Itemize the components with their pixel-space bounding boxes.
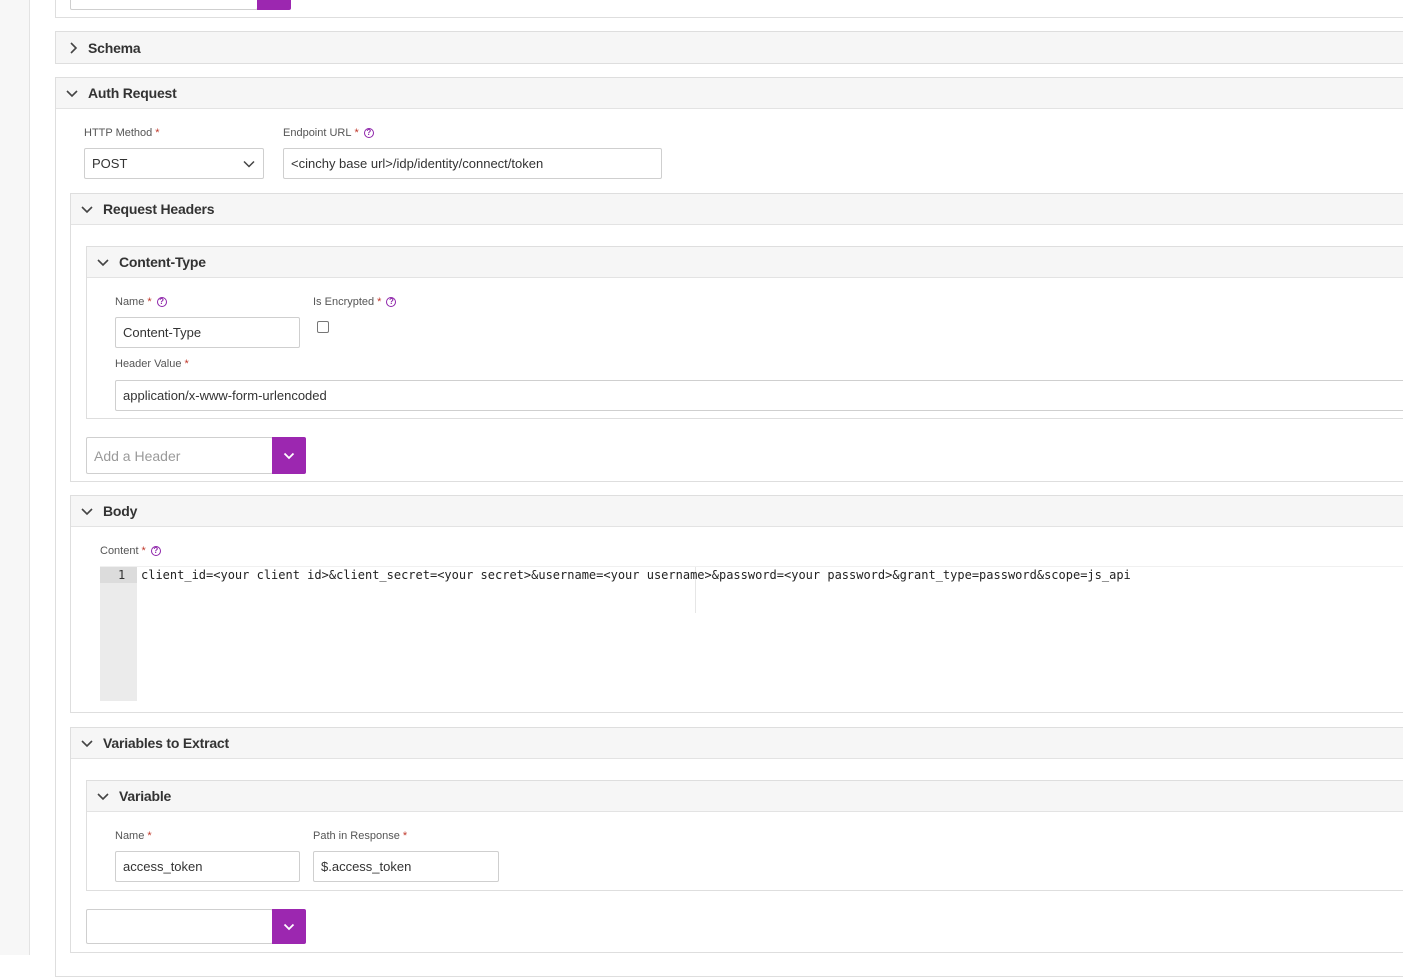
required-mark: * <box>402 830 408 842</box>
auth-request-header[interactable]: Auth Request <box>56 78 1403 109</box>
content-label-text: Content <box>100 545 139 557</box>
add-header-input[interactable]: Add a Header <box>86 437 273 474</box>
header-value-input[interactable]: application/x-www-form-urlencoded <box>115 380 1403 411</box>
chevron-down-icon <box>282 449 296 463</box>
chevron-down-icon <box>80 736 94 750</box>
header-name-value: Content-Type <box>123 325 202 340</box>
chevron-down-icon <box>80 504 94 518</box>
variable-title: Variable <box>119 788 172 804</box>
endpoint-url-label: Endpoint URL * ? <box>283 127 374 139</box>
header-value-value: application/x-www-form-urlencoded <box>123 388 327 403</box>
required-mark: * <box>155 127 160 139</box>
content-type-title: Content-Type <box>119 254 206 270</box>
request-headers-header[interactable]: Request Headers <box>71 194 1403 225</box>
editor-gutter <box>100 567 137 701</box>
required-mark: * <box>147 296 152 308</box>
http-method-label-text: HTTP Method <box>84 127 153 139</box>
header-value-label: Header Value * <box>115 358 189 370</box>
code-editor[interactable]: 1 client_id=<your client id>&client_secr… <box>100 566 1403 701</box>
header-name-label-text: Name <box>115 296 145 308</box>
help-icon[interactable]: ? <box>386 297 397 307</box>
chevron-down-icon <box>96 255 110 269</box>
editor-line-text: client_id=<your client id>&client_secret… <box>141 568 1131 582</box>
schema-panel: Schema <box>55 31 1403 64</box>
chevron-down-icon <box>242 157 256 171</box>
required-mark: * <box>147 830 152 842</box>
variable-header[interactable]: Variable <box>87 781 1403 812</box>
variable-name-label-text: Name <box>115 830 145 842</box>
add-header-placeholder: Add a Header <box>94 447 181 464</box>
help-icon[interactable]: ? <box>156 297 167 307</box>
chevron-right-icon <box>66 41 80 55</box>
required-mark: * <box>141 545 146 557</box>
path-in-response-label: Path in Response * <box>313 830 407 842</box>
chevron-down-icon <box>96 789 110 803</box>
is-encrypted-label-text: Is Encrypted <box>313 296 375 308</box>
path-in-response-label-text: Path in Response <box>313 830 400 842</box>
top-panel-bottom-border <box>55 17 1403 18</box>
body-title: Body <box>103 503 138 519</box>
left-rail <box>0 0 30 955</box>
header-name-label: Name * ? <box>115 296 167 308</box>
help-icon[interactable]: ? <box>150 546 161 556</box>
schema-panel-header[interactable]: Schema <box>56 32 1403 63</box>
top-partial-button[interactable] <box>257 0 291 10</box>
is-encrypted-label: Is Encrypted * ? <box>313 296 397 308</box>
http-method-value: POST <box>92 156 128 171</box>
http-method-label: HTTP Method * <box>84 127 160 139</box>
add-variable-dropdown-button[interactable] <box>272 909 306 944</box>
content-type-header[interactable]: Content-Type <box>87 247 1403 278</box>
path-in-response-input[interactable]: $.access_token <box>313 851 499 882</box>
endpoint-url-label-text: Endpoint URL <box>283 127 352 139</box>
endpoint-url-input[interactable]: <cinchy base url>/idp/identity/connect/t… <box>283 148 662 179</box>
request-headers-title: Request Headers <box>103 201 215 217</box>
content-label: Content * ? <box>100 545 161 557</box>
add-variable-input[interactable] <box>86 909 273 944</box>
variable-name-value: access_token <box>123 859 203 874</box>
variables-header[interactable]: Variables to Extract <box>71 728 1403 759</box>
help-icon[interactable]: ? <box>363 128 374 138</box>
variable-name-input[interactable]: access_token <box>115 851 300 882</box>
schema-title: Schema <box>88 39 141 56</box>
top-panel-left-border <box>55 0 56 18</box>
required-mark: * <box>377 296 382 308</box>
required-mark: * <box>354 127 359 139</box>
auth-request-title: Auth Request <box>88 85 177 101</box>
header-name-input[interactable]: Content-Type <box>115 317 300 348</box>
required-mark: * <box>184 358 189 370</box>
is-encrypted-checkbox[interactable] <box>317 321 329 333</box>
editor-line-number: 1 <box>118 568 126 582</box>
variables-title: Variables to Extract <box>103 735 229 751</box>
top-partial-input[interactable] <box>70 0 258 10</box>
header-value-label-text: Header Value <box>115 358 182 370</box>
http-method-select[interactable]: POST <box>84 148 264 179</box>
body-header[interactable]: Body <box>71 496 1403 527</box>
chevron-down-icon <box>80 202 94 216</box>
path-in-response-value: $.access_token <box>321 859 412 874</box>
chevron-down-icon <box>65 86 79 100</box>
variable-name-label: Name * <box>115 830 152 842</box>
add-header-dropdown-button[interactable] <box>272 437 306 474</box>
endpoint-url-value: <cinchy base url>/idp/identity/connect/t… <box>291 156 544 171</box>
chevron-down-icon <box>282 920 296 934</box>
